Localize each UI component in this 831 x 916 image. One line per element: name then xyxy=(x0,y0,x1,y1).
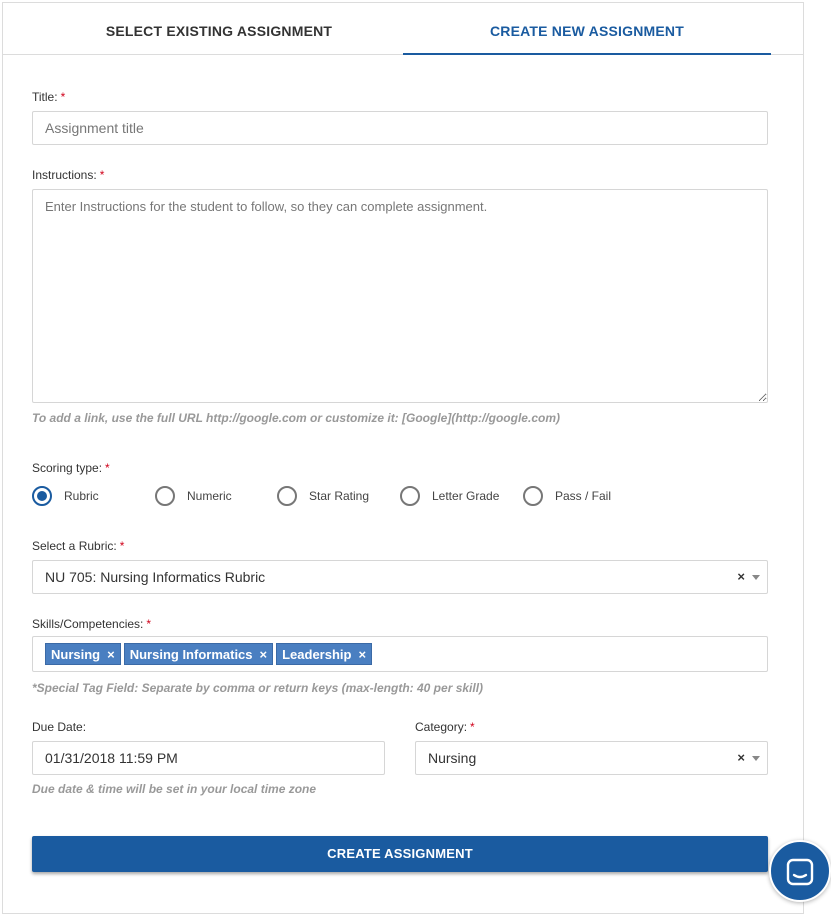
due-date-input[interactable]: 01/31/2018 11:59 PM xyxy=(32,741,385,775)
skill-tag: Nursing Informatics × xyxy=(123,643,274,665)
radio-circle xyxy=(523,486,543,506)
clear-icon[interactable]: × xyxy=(737,561,745,593)
radio-numeric[interactable]: Numeric xyxy=(155,484,232,508)
remove-tag-icon[interactable]: × xyxy=(260,647,268,662)
remove-tag-icon[interactable]: × xyxy=(358,647,366,662)
skill-tag-label: Leadership xyxy=(282,647,352,662)
radio-label: Rubric xyxy=(64,489,99,503)
rubric-selected-value: NU 705: Nursing Informatics Rubric xyxy=(45,569,266,585)
due-date-hint: Due date & time will be set in your loca… xyxy=(32,782,317,796)
skills-label-text: Skills/Competencies: xyxy=(32,617,144,631)
due-date-label-text: Due Date: xyxy=(32,720,87,734)
scoring-radio-group: Rubric Numeric Star Rating Letter Grade … xyxy=(32,484,772,508)
radio-circle xyxy=(155,486,175,506)
instructions-label: Instructions: * xyxy=(32,168,104,182)
skills-tag-input[interactable]: Nursing × Nursing Informatics × Leadership × xyxy=(32,636,768,672)
skills-hint: *Special Tag Field: Separate by comma or… xyxy=(32,681,484,695)
radio-star-rating[interactable]: Star Rating xyxy=(277,484,369,508)
rubric-label: Select a Rubric: * xyxy=(32,539,124,553)
required-mark: * xyxy=(60,90,66,104)
instructions-textarea[interactable] xyxy=(32,189,768,403)
radio-label: Letter Grade xyxy=(432,489,500,503)
radio-label: Star Rating xyxy=(309,489,370,503)
required-mark: * xyxy=(146,617,152,631)
chevron-down-icon[interactable] xyxy=(752,756,760,761)
skill-tag-label: Nursing xyxy=(51,647,101,662)
radio-label: Numeric xyxy=(187,489,232,503)
skills-label: Skills/Competencies: * xyxy=(32,617,151,631)
radio-rubric[interactable]: Rubric xyxy=(32,484,99,508)
required-mark: * xyxy=(470,720,475,734)
due-date-value: 01/31/2018 11:59 PM xyxy=(45,750,178,766)
category-label-text: Category: xyxy=(415,720,468,734)
radio-label: Pass / Fail xyxy=(555,489,612,503)
category-selected-value: Nursing xyxy=(428,750,477,766)
clear-icon[interactable]: × xyxy=(737,742,745,774)
skill-tag: Nursing × xyxy=(45,643,121,665)
rubric-label-text: Select a Rubric: xyxy=(32,539,117,553)
chat-launcher-button[interactable] xyxy=(769,840,831,902)
radio-circle-checked xyxy=(32,486,52,506)
required-mark: * xyxy=(105,461,110,475)
radio-pass-fail[interactable]: Pass / Fail xyxy=(523,484,611,508)
rubric-select[interactable]: NU 705: Nursing Informatics Rubric × xyxy=(32,560,768,594)
due-date-label: Due Date: xyxy=(32,720,86,734)
skill-tag-label: Nursing Informatics xyxy=(129,647,253,662)
required-mark: * xyxy=(119,539,125,553)
skill-tag: Leadership × xyxy=(276,643,373,665)
chevron-down-icon[interactable] xyxy=(752,575,760,580)
instructions-hint: To add a link, use the full URL http://g… xyxy=(32,411,560,425)
chat-icon xyxy=(786,858,814,886)
category-label: Category: * xyxy=(415,720,475,734)
required-mark: * xyxy=(99,168,105,182)
instructions-label-text: Instructions: xyxy=(32,168,97,182)
title-input[interactable] xyxy=(32,111,768,145)
tab-bar: SELECT EXISTING ASSIGNMENT CREATE NEW AS… xyxy=(3,3,803,55)
title-label: Title: * xyxy=(32,90,65,104)
radio-letter-grade[interactable]: Letter Grade xyxy=(400,484,499,508)
remove-tag-icon[interactable]: × xyxy=(107,647,115,662)
radio-circle xyxy=(400,486,420,506)
create-assignment-button[interactable]: CREATE ASSIGNMENT xyxy=(32,836,768,872)
category-select[interactable]: Nursing × xyxy=(415,741,768,775)
radio-circle xyxy=(277,486,297,506)
scoring-label: Scoring type: * xyxy=(32,461,110,475)
title-label-text: Title: xyxy=(32,90,58,104)
tab-create-new[interactable]: CREATE NEW ASSIGNMENT xyxy=(403,3,771,55)
tab-select-existing[interactable]: SELECT EXISTING ASSIGNMENT xyxy=(37,3,401,55)
scoring-label-text: Scoring type: xyxy=(32,461,103,475)
